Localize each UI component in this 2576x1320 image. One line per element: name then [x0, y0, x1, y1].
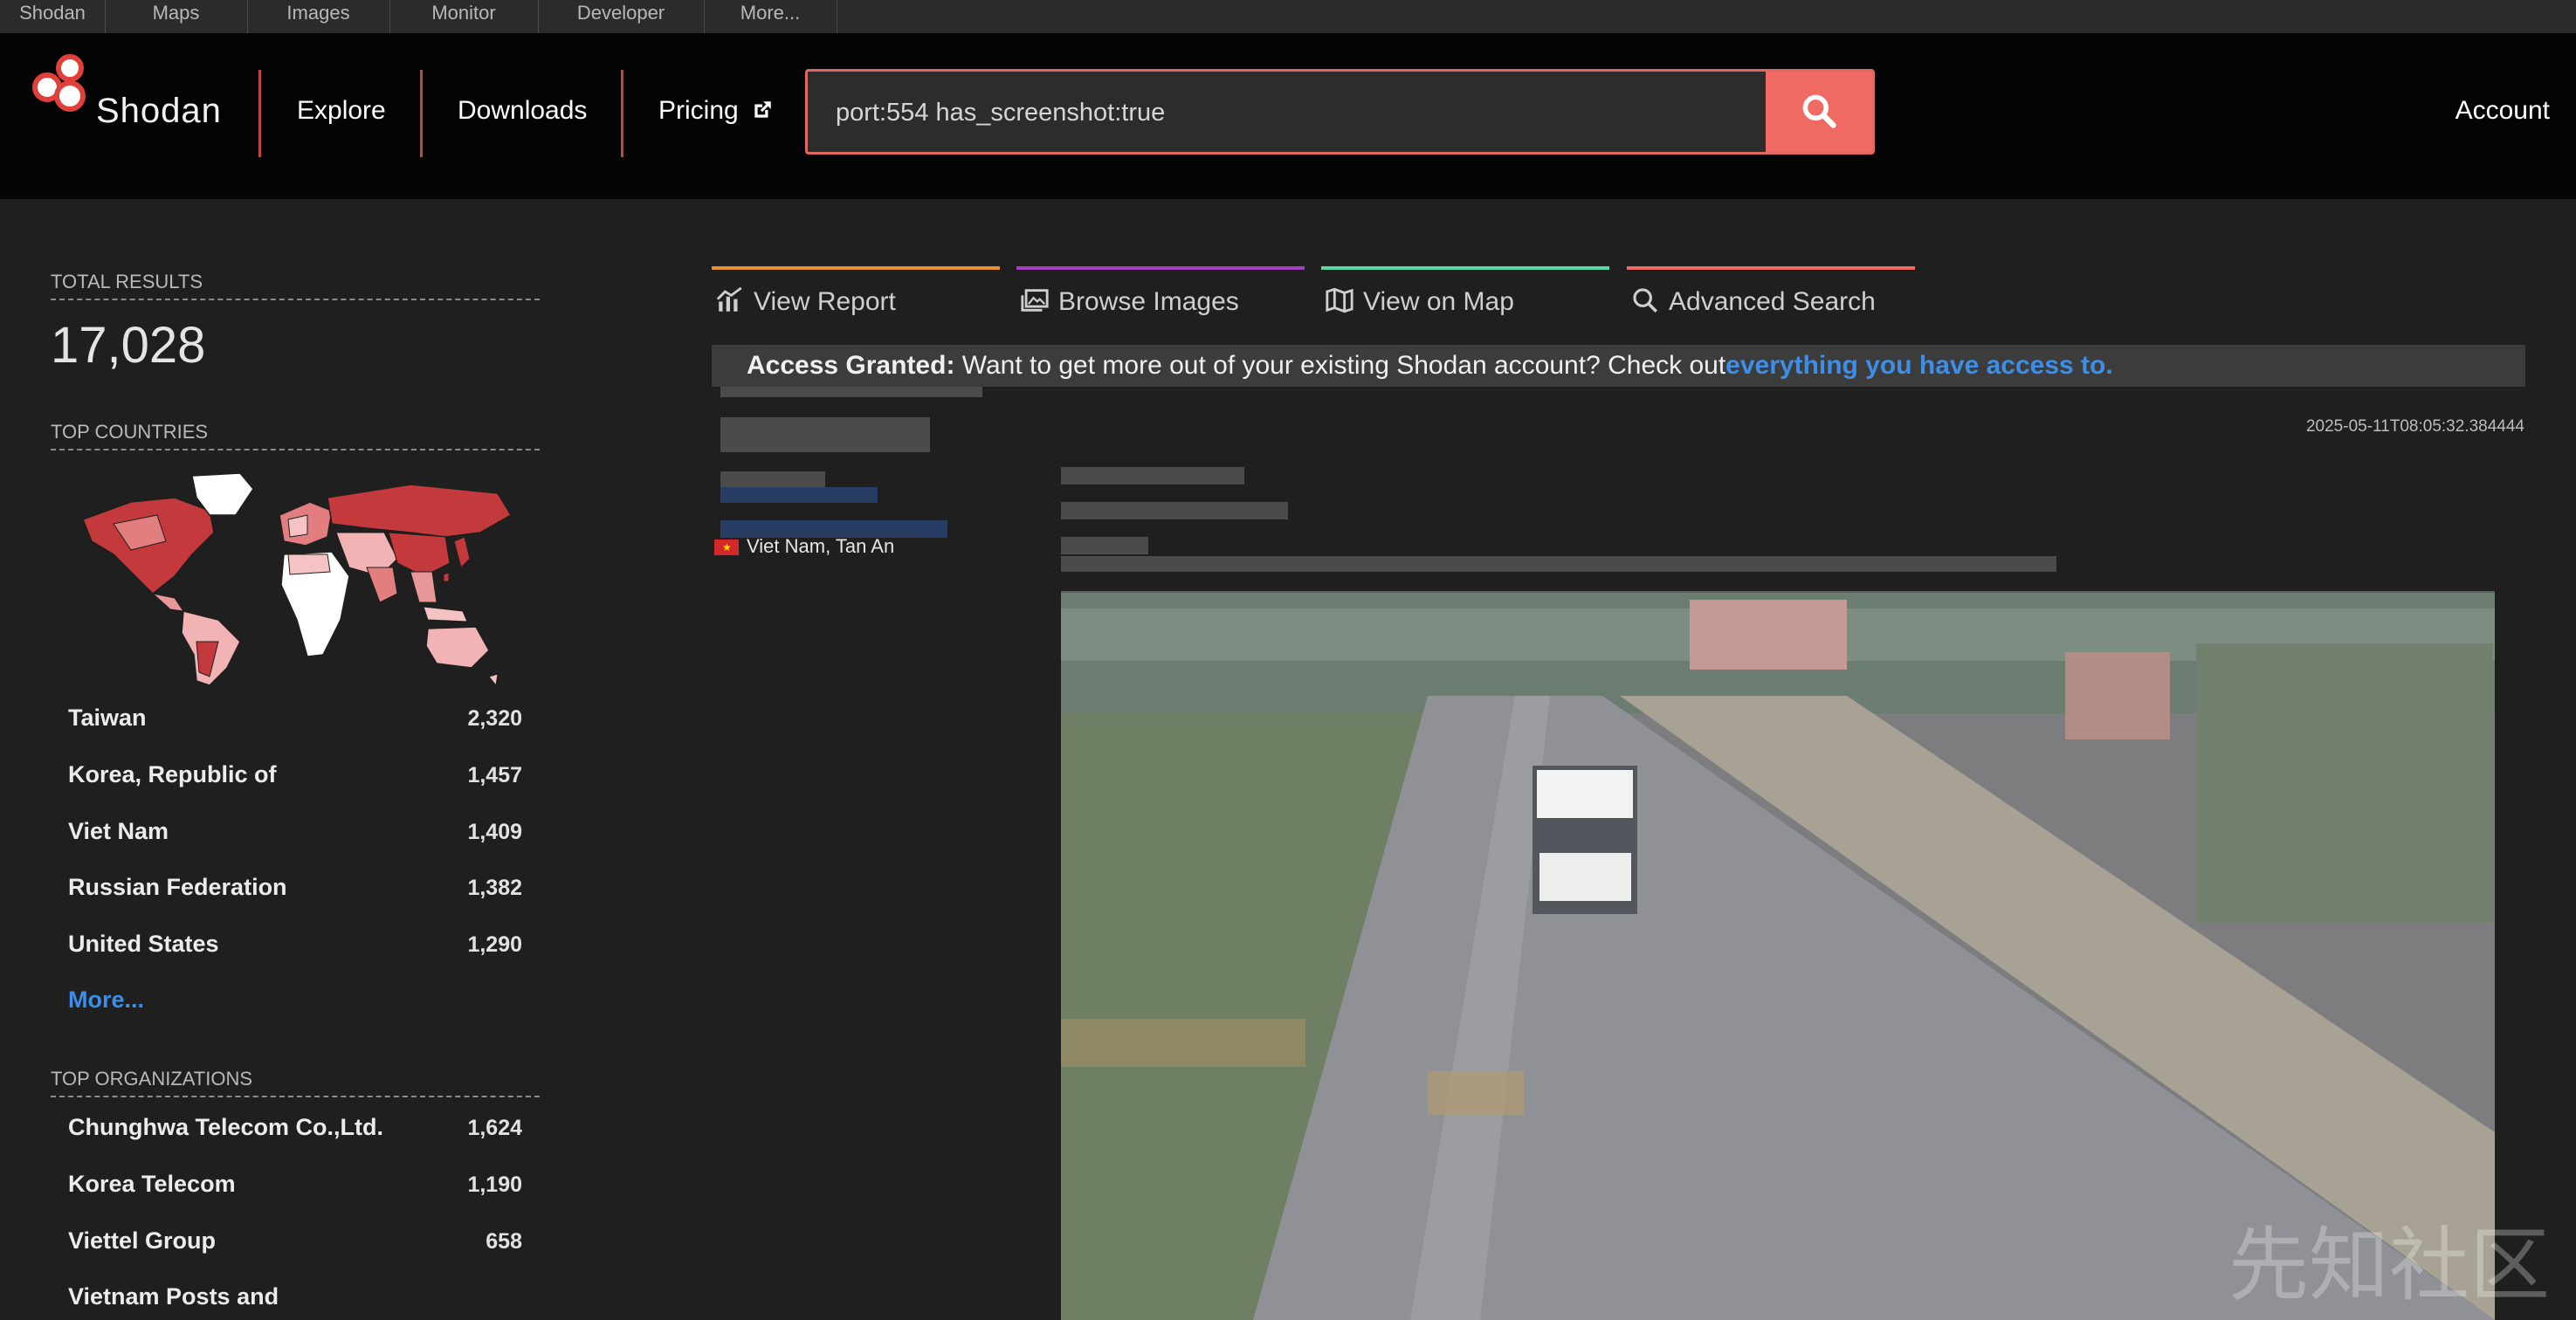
organization-name[interactable]: Viettel Group [68, 1227, 216, 1255]
country-count: 1,457 [467, 763, 522, 787]
map-icon [1326, 287, 1353, 313]
country-name[interactable]: Russian Federation [68, 874, 287, 901]
top-utility-bar: Shodan Maps Images Monitor Developer Mor… [0, 0, 2576, 34]
redacted-banner-text [1061, 537, 1148, 554]
country-name[interactable]: United States [68, 931, 219, 958]
search-input[interactable] [834, 72, 1711, 154]
banner-strong-text: Access Granted: [747, 351, 955, 380]
banner-access-link[interactable]: everything you have access to. [1725, 351, 2113, 380]
result-location: Viet Nam, Tan An [747, 535, 895, 557]
chart-icon [716, 286, 742, 312]
nav-separator [258, 70, 261, 157]
nav-pricing-label: Pricing [658, 96, 739, 125]
top-organizations-heading: TOP ORGANIZATIONS [51, 1068, 540, 1097]
nav-explore[interactable]: Explore [297, 96, 386, 126]
result-timestamp: 2025-05-11T08:05:32.384444 [2305, 417, 2524, 436]
tab-browse-images[interactable]: Browse Images [1016, 266, 1305, 322]
tab-label: View on Map [1363, 287, 1514, 316]
watermark: 先知社区 [2228, 1219, 2550, 1312]
brand-name[interactable]: Shodan [96, 92, 222, 131]
organization-name[interactable]: Vietnam Posts and [68, 1283, 279, 1310]
topbar-link-shodan[interactable]: Shodan [0, 0, 106, 33]
topbar-link-developer[interactable]: Developer [538, 0, 705, 33]
country-count: 2,320 [467, 706, 522, 731]
organization-name[interactable]: Korea Telecom [68, 1171, 236, 1198]
search-button[interactable] [1766, 72, 1872, 152]
redacted-ip [720, 417, 930, 452]
nav-separator [621, 70, 623, 157]
nav-pricing[interactable]: Pricing [658, 96, 774, 126]
organization-count: 1,624 [467, 1116, 522, 1140]
vietnam-flag-icon: ★ [714, 540, 739, 555]
redacted-banner-text [1061, 467, 1244, 485]
tab-view-report[interactable]: View Report [712, 266, 1000, 322]
tab-label: Browse Images [1058, 287, 1239, 316]
more-countries-link[interactable]: More... [68, 987, 144, 1014]
tab-label: Advanced Search [1669, 287, 1876, 316]
organization-name[interactable]: Chunghwa Telecom Co.,Ltd. [68, 1114, 383, 1141]
organization-count: 1,190 [467, 1172, 522, 1197]
topbar-link-images[interactable]: Images [247, 0, 390, 33]
topbar-link-maps[interactable]: Maps [105, 0, 248, 33]
topbar-link-monitor[interactable]: Monitor [389, 0, 539, 33]
country-count: 1,382 [467, 876, 522, 900]
country-count: 1,290 [467, 932, 522, 957]
search-box [805, 69, 1875, 155]
tab-advanced-search[interactable]: Advanced Search [1627, 266, 1915, 322]
total-results-value: 17,028 [51, 317, 206, 374]
search-icon [1633, 288, 1658, 313]
top-countries-heading: TOP COUNTRIES [51, 421, 540, 450]
tab-label: View Report [754, 287, 896, 316]
country-name[interactable]: Viet Nam [68, 818, 169, 845]
organization-count: 658 [486, 1229, 522, 1254]
banner-text: Want to get more out of your existing Sh… [954, 351, 1726, 380]
access-banner: Access Granted: Want to get more out of … [712, 345, 2525, 387]
total-results-heading: TOTAL RESULTS [51, 271, 540, 300]
redacted-text [720, 471, 825, 487]
redacted-text [720, 387, 982, 397]
country-name[interactable]: Taiwan [68, 705, 147, 732]
nav-downloads[interactable]: Downloads [458, 96, 587, 126]
account-link[interactable]: Account [2455, 96, 2550, 126]
external-link-icon [754, 101, 771, 118]
tab-view-on-map[interactable]: View on Map [1321, 266, 1609, 322]
country-count: 1,409 [467, 820, 522, 844]
search-icon [1802, 94, 1836, 128]
nav-separator [420, 70, 423, 157]
redacted-link [720, 487, 878, 503]
country-name[interactable]: Korea, Republic of [68, 761, 277, 788]
images-icon [1021, 289, 1049, 312]
redacted-banner-text [1061, 556, 2056, 572]
redacted-banner-text [1061, 502, 1288, 519]
topbar-link-more[interactable]: More... [704, 0, 837, 33]
world-map[interactable] [79, 471, 515, 690]
